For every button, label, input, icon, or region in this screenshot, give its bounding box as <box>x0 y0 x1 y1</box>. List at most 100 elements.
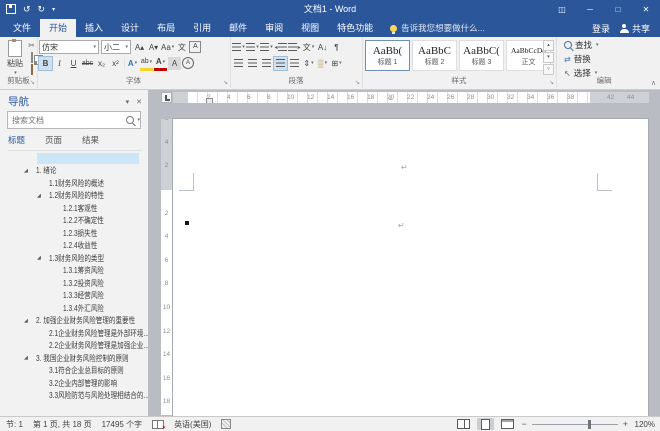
tab-file[interactable]: 文件 <box>4 19 40 37</box>
nav-item[interactable]: 1.3.2投资风险 <box>0 277 148 290</box>
gallery-more-button[interactable]: ▿ <box>543 64 554 75</box>
character-border-button[interactable]: A <box>189 41 202 53</box>
clipboard-dialog-launcher[interactable]: ↘ <box>30 80 35 86</box>
multilevel-list-button[interactable]: ▾ <box>260 41 273 54</box>
highlight-color-button[interactable]: ab ▾ <box>140 55 153 71</box>
zoom-slider-thumb[interactable] <box>587 419 591 429</box>
nav-item[interactable]: 2.2企业财务风险管理是加强企业... <box>0 340 148 353</box>
numbering-button[interactable]: ▾ <box>246 41 259 54</box>
style-card-标题 1[interactable]: AaBb(标题 1 <box>365 40 410 71</box>
customize-qat-button[interactable]: ▾ <box>52 6 55 13</box>
style-card-标题 3[interactable]: AaBbC(标题 3 <box>459 40 504 71</box>
tab-特色功能[interactable]: 特色功能 <box>328 19 382 37</box>
language-indicator[interactable]: 英语(美国) <box>174 419 211 430</box>
gallery-up-button[interactable]: ▴ <box>543 40 554 51</box>
asian-layout-button[interactable]: 文 ▾ <box>302 41 315 54</box>
align-right-button[interactable] <box>260 57 273 70</box>
nav-item[interactable]: 1.2.1客观性 <box>0 202 148 215</box>
justify-button[interactable] <box>273 55 288 71</box>
nav-item[interactable]: 3.3风险防范与风险处理相结合的... <box>0 390 148 403</box>
character-shading-button[interactable]: A <box>168 56 181 70</box>
phonetic-guide-button[interactable]: 文 <box>175 41 188 54</box>
print-layout-button[interactable] <box>477 418 495 430</box>
cut-button[interactable]: ✂ <box>28 41 35 50</box>
find-button[interactable]: 查找 ▾ <box>564 39 652 51</box>
read-mode-button[interactable] <box>455 418 472 430</box>
nav-tab-页面[interactable]: 页面 <box>45 134 62 146</box>
nav-tab-结果[interactable]: 结果 <box>82 134 99 146</box>
zoom-in-button[interactable]: + <box>623 419 628 429</box>
italic-button[interactable]: I <box>53 57 66 70</box>
tell-me-box[interactable]: 告诉我您想要做什么... <box>390 19 485 37</box>
nav-item[interactable]: 1.3.3经营风险 <box>0 290 148 303</box>
sign-in-button[interactable]: 登录 <box>592 22 610 35</box>
bold-button[interactable]: B <box>38 55 53 71</box>
distribute-button[interactable] <box>288 57 301 70</box>
search-icon[interactable] <box>126 116 135 124</box>
nav-item[interactable]: 3.1符合企业总目标的原则 <box>0 365 148 378</box>
search-options-icon[interactable]: ▾ <box>137 117 140 123</box>
zoom-slider[interactable] <box>531 419 618 429</box>
tab-邮件[interactable]: 邮件 <box>220 19 256 37</box>
borders-button[interactable]: ⊞ ▾ <box>330 57 343 70</box>
format-painter-button[interactable] <box>30 64 33 75</box>
tab-开始[interactable]: 开始 <box>40 19 77 37</box>
nav-options-button[interactable]: ▾ <box>126 98 130 106</box>
word-count[interactable]: 17495 个字 <box>102 419 142 430</box>
collapse-icon[interactable]: ◢ <box>24 355 36 361</box>
proofing-status-icon[interactable] <box>152 419 166 431</box>
nav-close-button[interactable]: ✕ <box>136 98 142 106</box>
tab-引用[interactable]: 引用 <box>184 19 220 37</box>
nav-item[interactable] <box>0 152 148 165</box>
nav-item[interactable]: 1.2.4收益性 <box>0 240 148 253</box>
close-button[interactable]: ✕ <box>632 0 660 19</box>
nav-item[interactable]: 1.2.3损失性 <box>0 227 148 240</box>
nav-item[interactable]: 2.1企业财务风险管理是外部环境... <box>0 327 148 340</box>
underline-button[interactable]: U <box>67 57 80 70</box>
bullets-button[interactable]: ▾ <box>232 41 245 54</box>
tab-审阅[interactable]: 审阅 <box>256 19 292 37</box>
ribbon-display-options-button[interactable]: ◫ <box>548 0 576 19</box>
collapse-icon[interactable]: ◢ <box>24 318 36 324</box>
nav-item[interactable]: ◢ 1. 绪论 <box>0 165 148 178</box>
page-indicator[interactable]: 第 1 页, 共 18 页 <box>33 419 92 430</box>
search-input[interactable] <box>8 115 125 125</box>
minimize-button[interactable]: ─ <box>576 0 604 19</box>
document-page[interactable]: ↵ ↵ <box>173 119 648 417</box>
share-button[interactable]: 共享 <box>619 22 650 35</box>
collapse-icon[interactable]: ◢ <box>37 255 49 261</box>
shading-button[interactable]: ▒ ▾ <box>316 57 329 70</box>
tab-视图[interactable]: 视图 <box>292 19 328 37</box>
paragraph-dialog-launcher[interactable]: ↘ <box>355 80 360 86</box>
align-left-button[interactable] <box>232 57 245 70</box>
font-color-button[interactable]: A ▾ <box>154 55 167 71</box>
nav-item[interactable]: 1.2.2不确定性 <box>0 215 148 228</box>
nav-item[interactable]: 1.3.4外汇风险 <box>0 302 148 315</box>
nav-item[interactable]: ◢ 1.3财务风险的类型 <box>0 252 148 265</box>
selection-handle[interactable] <box>185 221 189 225</box>
web-layout-button[interactable] <box>499 418 516 430</box>
show-marks-button[interactable]: ¶ <box>330 41 343 54</box>
styles-dialog-launcher[interactable]: ↘ <box>549 80 554 86</box>
font-name-select[interactable]: 仿宋 ▾ <box>39 40 99 54</box>
grow-font-button[interactable]: A▴ <box>133 41 146 54</box>
text-effects-button[interactable]: A ▾ <box>126 57 139 70</box>
shrink-font-button[interactable]: A▾ <box>147 41 160 54</box>
v-ruler[interactable]: 2 4 6 2 4 6 8 10 12 14 16 18 <box>161 119 172 415</box>
strikethrough-button[interactable]: abc <box>81 57 94 70</box>
zoom-level[interactable]: 120% <box>633 420 655 429</box>
nav-item[interactable]: 1.3.1筹资风险 <box>0 265 148 278</box>
collapse-icon[interactable]: ◢ <box>37 193 49 199</box>
copy-button[interactable] <box>30 52 33 63</box>
sort-button[interactable]: A↓ <box>316 41 329 54</box>
align-center-button[interactable] <box>246 57 259 70</box>
tab-布局[interactable]: 布局 <box>148 19 184 37</box>
input-mode-icon[interactable] <box>221 419 232 429</box>
paste-button[interactable]: 粘贴 ▾ <box>2 39 28 76</box>
undo-button[interactable]: ↺ <box>23 4 31 15</box>
nav-item[interactable]: ◢ 1.2财务风险的特性 <box>0 190 148 203</box>
section-indicator[interactable]: 节: 1 <box>6 419 23 430</box>
subscript-button[interactable]: x₂ <box>95 57 108 70</box>
increase-indent-button[interactable]: ▸ <box>288 41 301 54</box>
save-button[interactable] <box>6 3 16 16</box>
